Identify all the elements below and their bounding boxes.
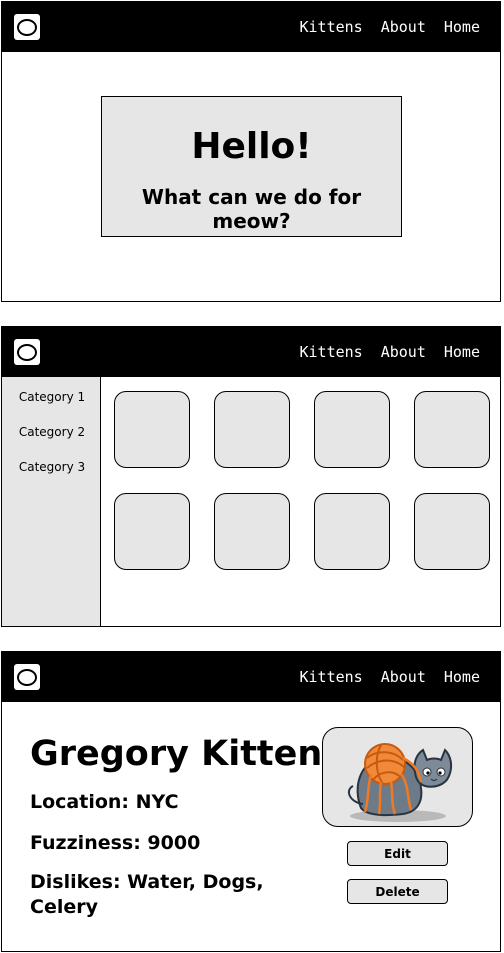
kitten-dislikes: Dislikes: Water, Dogs, Celery bbox=[30, 871, 264, 918]
kitten-card[interactable] bbox=[214, 493, 290, 570]
nav-link-kittens[interactable]: Kittens bbox=[300, 18, 363, 36]
kitten-card[interactable] bbox=[214, 391, 290, 468]
category-sidebar: Category 1 Category 2 Category 3 bbox=[2, 377, 102, 626]
kitten-location: Location: NYC bbox=[30, 791, 179, 813]
logo-icon[interactable] bbox=[14, 14, 40, 40]
kitten-card[interactable] bbox=[314, 391, 390, 468]
kitten-card[interactable] bbox=[414, 391, 490, 468]
kitten-card[interactable] bbox=[114, 493, 190, 570]
kitten-name: Gregory Kitten bbox=[30, 734, 323, 774]
kitten-fuzziness: Fuzziness: 9000 bbox=[30, 832, 201, 854]
nav-links: Kittens About Home bbox=[282, 18, 481, 36]
hello-panel: Hello! What can we do for meow? bbox=[101, 96, 402, 237]
logo-icon[interactable] bbox=[14, 339, 40, 365]
kitten-photo bbox=[322, 727, 473, 827]
kitten-with-yarn-icon bbox=[347, 743, 453, 822]
home-page-frame: Kittens About Home Hello! What can we do… bbox=[1, 1, 501, 302]
nav-link-about[interactable]: About bbox=[381, 18, 426, 36]
nav-links: Kittens About Home bbox=[282, 343, 481, 361]
nav-link-home[interactable]: Home bbox=[444, 343, 480, 361]
edit-button[interactable]: Edit bbox=[347, 841, 448, 866]
hello-title: Hello! bbox=[191, 126, 312, 167]
nav-links: Kittens About Home bbox=[282, 668, 481, 686]
nav-link-about[interactable]: About bbox=[381, 343, 426, 361]
nav-link-about[interactable]: About bbox=[381, 668, 426, 686]
navbar: Kittens About Home bbox=[2, 652, 500, 702]
listing-page-frame: Kittens About Home Category 1 Category 2… bbox=[1, 326, 501, 627]
kitten-card[interactable] bbox=[114, 391, 190, 468]
sidebar-item-category-3[interactable]: Category 3 bbox=[2, 460, 102, 474]
hello-subtitle: What can we do for meow? bbox=[141, 185, 362, 233]
navbar: Kittens About Home bbox=[2, 327, 500, 377]
kitten-card[interactable] bbox=[414, 493, 490, 570]
navbar: Kittens About Home bbox=[2, 2, 500, 52]
logo-icon[interactable] bbox=[14, 664, 40, 690]
nav-link-home[interactable]: Home bbox=[444, 668, 480, 686]
sidebar-item-category-1[interactable]: Category 1 bbox=[2, 390, 102, 404]
delete-button[interactable]: Delete bbox=[347, 879, 448, 904]
sidebar-item-category-2[interactable]: Category 2 bbox=[2, 425, 102, 439]
nav-link-kittens[interactable]: Kittens bbox=[300, 343, 363, 361]
kitten-card[interactable] bbox=[314, 493, 390, 570]
nav-link-kittens[interactable]: Kittens bbox=[300, 668, 363, 686]
kitten-detail-frame: Kittens About Home Gregory Kitten Locati… bbox=[1, 651, 501, 952]
nav-link-home[interactable]: Home bbox=[444, 18, 480, 36]
